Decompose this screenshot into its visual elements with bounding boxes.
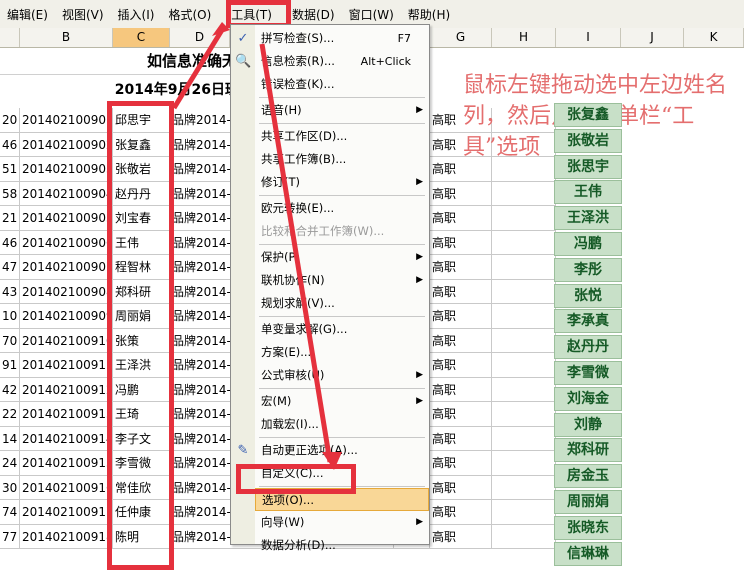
- arrow-to-options-head: [322, 452, 342, 470]
- annotation-arrows: [171, 22, 342, 470]
- arrow-to-tools-line: [171, 28, 225, 110]
- arrow-to-options-line: [259, 43, 333, 463]
